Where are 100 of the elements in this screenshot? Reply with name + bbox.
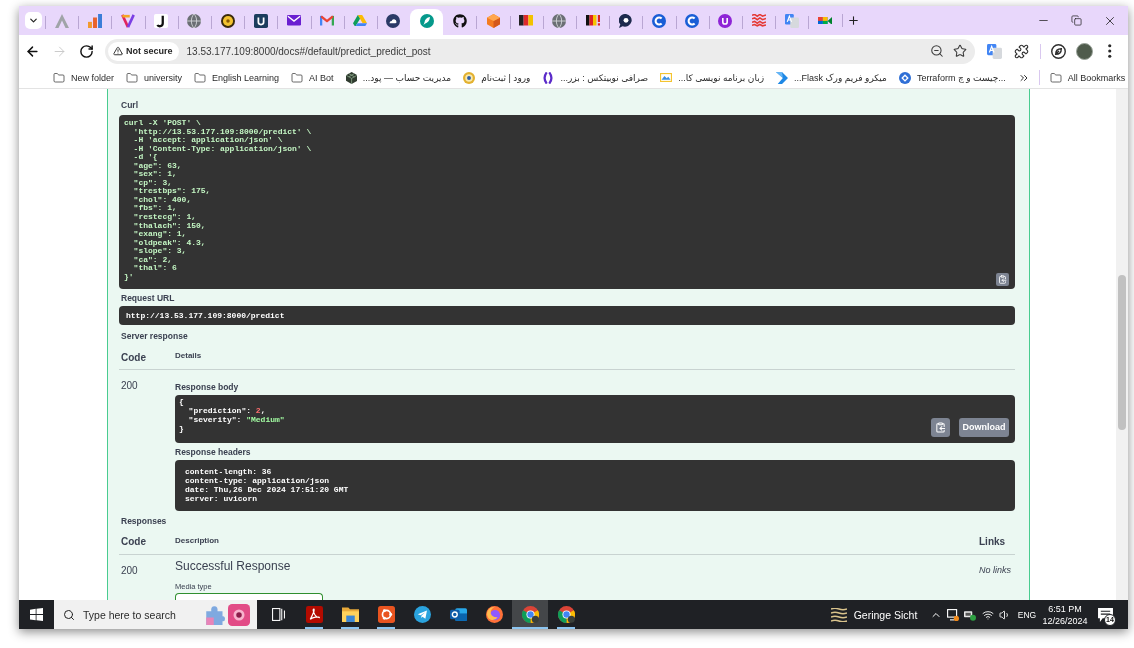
cube-icon xyxy=(345,71,357,84)
bookmark[interactable]: English Learning xyxy=(188,67,286,88)
tab-list-button[interactable] xyxy=(25,12,42,29)
bookmark[interactable]: Terraform چیست و چ... xyxy=(892,67,1012,88)
picture-icon xyxy=(660,73,673,82)
column-header: Links xyxy=(979,536,1006,548)
column-header: Code xyxy=(121,351,146,363)
wifi-icon xyxy=(981,608,994,621)
bookmark-label: AI Bot xyxy=(309,72,334,83)
clipboard-icon xyxy=(998,274,1007,284)
video-camera-icon xyxy=(817,16,832,25)
column-header: Description xyxy=(175,535,219,545)
bookmark[interactable]: زبان برنامه نویسی کا... xyxy=(654,67,770,88)
bookmark[interactable]: AI Bot xyxy=(285,67,340,88)
tricolor-ring-icon xyxy=(521,606,539,623)
status-code: 200 xyxy=(121,380,138,392)
bracket-pair-icon xyxy=(542,71,555,84)
section-label: Responses xyxy=(120,515,167,527)
ring-logo-icon xyxy=(651,13,666,28)
puzzle-icon xyxy=(1014,43,1029,59)
status-code: 200 xyxy=(121,565,138,576)
copy-button[interactable] xyxy=(931,417,950,437)
bookmark-label: university xyxy=(144,72,183,83)
folder-icon xyxy=(194,71,207,84)
translate-icon xyxy=(986,43,1002,59)
chat-bubble-icon xyxy=(618,13,633,28)
address-bar[interactable]: Not secure 13.53.177.109:8000/docs#/default/predict_predict_post xyxy=(105,38,975,64)
monitor-badge-icon xyxy=(946,608,959,621)
square-logo-icon xyxy=(253,13,268,28)
scrollbar[interactable] xyxy=(1116,89,1128,600)
triangle-logo-icon xyxy=(353,14,368,27)
peak-logo-icon xyxy=(54,13,69,28)
puzzle-piece-icon xyxy=(205,604,225,625)
globe-icon xyxy=(552,13,567,28)
download-button[interactable]: Download xyxy=(959,417,1009,437)
chevron-down-icon xyxy=(28,15,39,26)
bookmark[interactable]: میکرو فریم ورک Flask... xyxy=(770,67,893,88)
folder-icon xyxy=(53,71,65,84)
cat-logo-icon xyxy=(452,13,467,28)
ribbon-icon xyxy=(776,71,788,84)
bookmark[interactable]: مدیریت حساب — پود... xyxy=(339,67,458,88)
search-icon xyxy=(63,608,75,621)
bookmark[interactable]: ورود | ثبت‌نام xyxy=(457,67,537,88)
envelope-icon xyxy=(286,15,301,26)
folder-icon xyxy=(341,606,359,623)
bookmark[interactable]: university xyxy=(120,67,189,88)
search-input[interactable]: Type here to search xyxy=(83,608,201,621)
section-label: Request URL xyxy=(120,293,175,305)
mail-app-icon xyxy=(449,606,467,623)
section-label: Response body xyxy=(175,381,239,393)
plus-icon xyxy=(847,14,860,27)
task-view-icon xyxy=(271,608,285,621)
bookmark-label: صرافی نوبیتکس : بزر... xyxy=(560,72,649,83)
flame-globe-icon xyxy=(485,606,503,623)
hook-logo-icon xyxy=(154,13,169,28)
menu-icon xyxy=(1108,44,1112,58)
diamond-badge-icon xyxy=(898,71,911,84)
section-label: Response headers xyxy=(175,447,251,458)
tricolor-ring-icon xyxy=(557,606,575,623)
section-label: Curl xyxy=(120,100,138,111)
bookmark-label: ورود | ثبت‌نام xyxy=(481,72,531,83)
translate-icon xyxy=(784,13,799,28)
weather-button[interactable]: Geringe Sicht xyxy=(830,600,918,629)
response-body-text: { "prediction": 2, "severity": "Medium" } xyxy=(179,398,285,434)
feather-badge-icon xyxy=(419,13,434,28)
clipboard-icon xyxy=(935,421,946,433)
device-badge-icon xyxy=(964,608,977,621)
restore-icon xyxy=(1071,15,1082,26)
bookmark[interactable]: New folder xyxy=(47,67,121,88)
clock-date: 12/26/2024 xyxy=(1042,615,1088,627)
all-bookmarks-button[interactable]: All Bookmarks xyxy=(1043,67,1128,88)
avatar xyxy=(1076,42,1093,60)
bookmark[interactable]: صرافی نوبیتکس : بزر... xyxy=(536,67,655,88)
security-chip[interactable]: Not secure xyxy=(108,41,179,61)
column-header: Details xyxy=(175,351,202,361)
bookmark-label: زبان برنامه نویسی کا... xyxy=(678,72,764,83)
cube-icon xyxy=(486,13,500,28)
bookmark-label: English Learning xyxy=(212,72,280,83)
bookmark-label: New folder xyxy=(71,72,115,83)
request-url-text: http://13.53.177.109:8000/predict xyxy=(126,310,285,321)
curl-command: curl -X 'POST' \ 'http://13.53.177.109:8000/predict' \ -H 'accept: application/json' \ -H 'Content-Type: application/json' \ -d '{ "age": 63, "sex": 1, "cp": 3, "trestbps": 175, "chol": 400, "fbs": 1, "restecg": 1, "thalach": 150, "exang": 1, "oldpeak": 4.3, "slope": 3, "ca": 2, "thal": 6 }' xyxy=(124,119,312,282)
check-logo-icon xyxy=(120,13,135,28)
taskbar-app[interactable] xyxy=(512,600,548,629)
section-label: Server response xyxy=(120,330,188,342)
flag-icon xyxy=(519,15,534,26)
flag-alert-icon xyxy=(585,15,600,26)
scrollbar-thumb[interactable] xyxy=(1118,275,1126,430)
media-type-select[interactable] xyxy=(175,593,323,600)
response-description: Successful Response xyxy=(175,559,291,573)
folder-icon xyxy=(291,71,304,84)
haze-icon xyxy=(830,607,847,622)
waves-icon xyxy=(751,14,766,27)
paper-plane-icon xyxy=(413,606,431,623)
zoom-out-icon xyxy=(930,44,944,58)
url-text: 13.53.177.109:8000/docs#/default/predict_predict_post xyxy=(186,45,431,57)
leaf-circle-icon xyxy=(1051,43,1066,59)
ring-logo-icon xyxy=(685,13,700,28)
language-button[interactable]: ENG xyxy=(1016,600,1038,629)
copy-button[interactable] xyxy=(996,272,1009,286)
links-text: No links xyxy=(979,565,1011,575)
